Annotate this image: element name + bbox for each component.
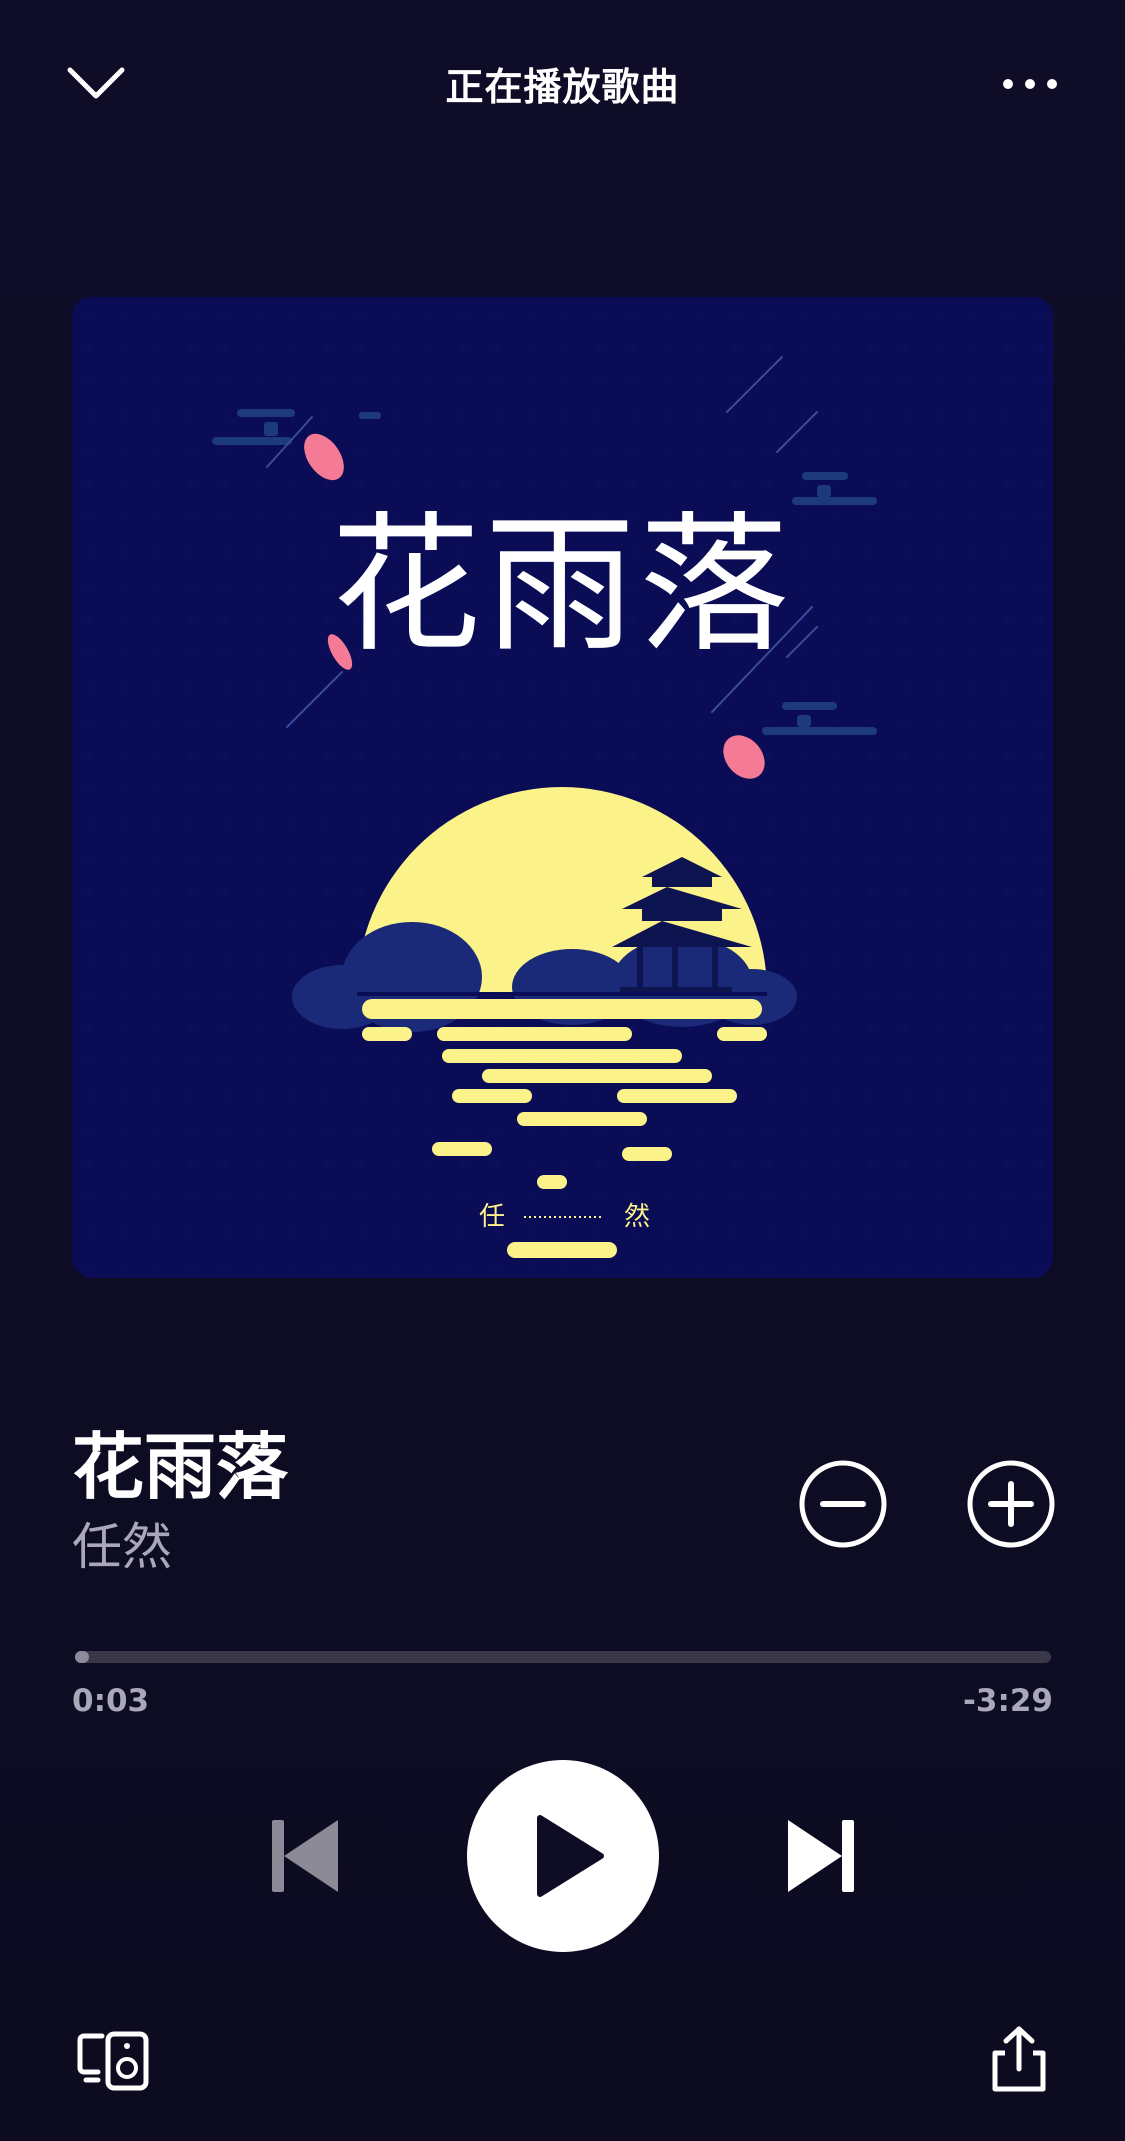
- play-icon: [537, 1815, 604, 1897]
- remove-button[interactable]: [797, 1458, 889, 1550]
- more-options-button[interactable]: [990, 52, 1070, 116]
- more-horizontal-icon: [1003, 79, 1057, 89]
- cover-title: 花雨落: [331, 499, 793, 673]
- next-button[interactable]: [778, 1810, 864, 1902]
- devices-icon: [77, 2031, 149, 2091]
- page-title: 正在播放歌曲: [445, 65, 680, 109]
- cover-artist-right: 然: [624, 1202, 650, 1232]
- skip-next-icon: [788, 1820, 854, 1892]
- song-artist[interactable]: 任然: [72, 1520, 172, 1575]
- play-button[interactable]: [467, 1760, 659, 1952]
- progress-fill: [75, 1651, 89, 1663]
- add-button[interactable]: [965, 1458, 1057, 1550]
- time-elapsed: 0:03: [72, 1683, 150, 1719]
- cover-artist-left: 任: [479, 1202, 505, 1232]
- devices-button[interactable]: [76, 2030, 152, 2092]
- now-playing-screen: 正在播放歌曲 花雨落 任 然 花雨落 任然 0:03 -3:29: [0, 0, 1125, 2141]
- share-button[interactable]: [985, 2025, 1053, 2095]
- minus-circle-icon: [799, 1460, 887, 1548]
- previous-button[interactable]: [262, 1810, 348, 1902]
- share-icon: [992, 2026, 1046, 2092]
- song-title: 花雨落: [72, 1425, 289, 1509]
- album-cover-illustration: 花雨落 任 然: [72, 297, 1053, 1278]
- plus-circle-icon: [967, 1460, 1055, 1548]
- time-remaining: -3:29: [963, 1683, 1053, 1719]
- skip-previous-icon: [272, 1820, 338, 1892]
- album-art: 花雨落 任 然: [72, 297, 1053, 1278]
- progress-slider[interactable]: [75, 1651, 1051, 1663]
